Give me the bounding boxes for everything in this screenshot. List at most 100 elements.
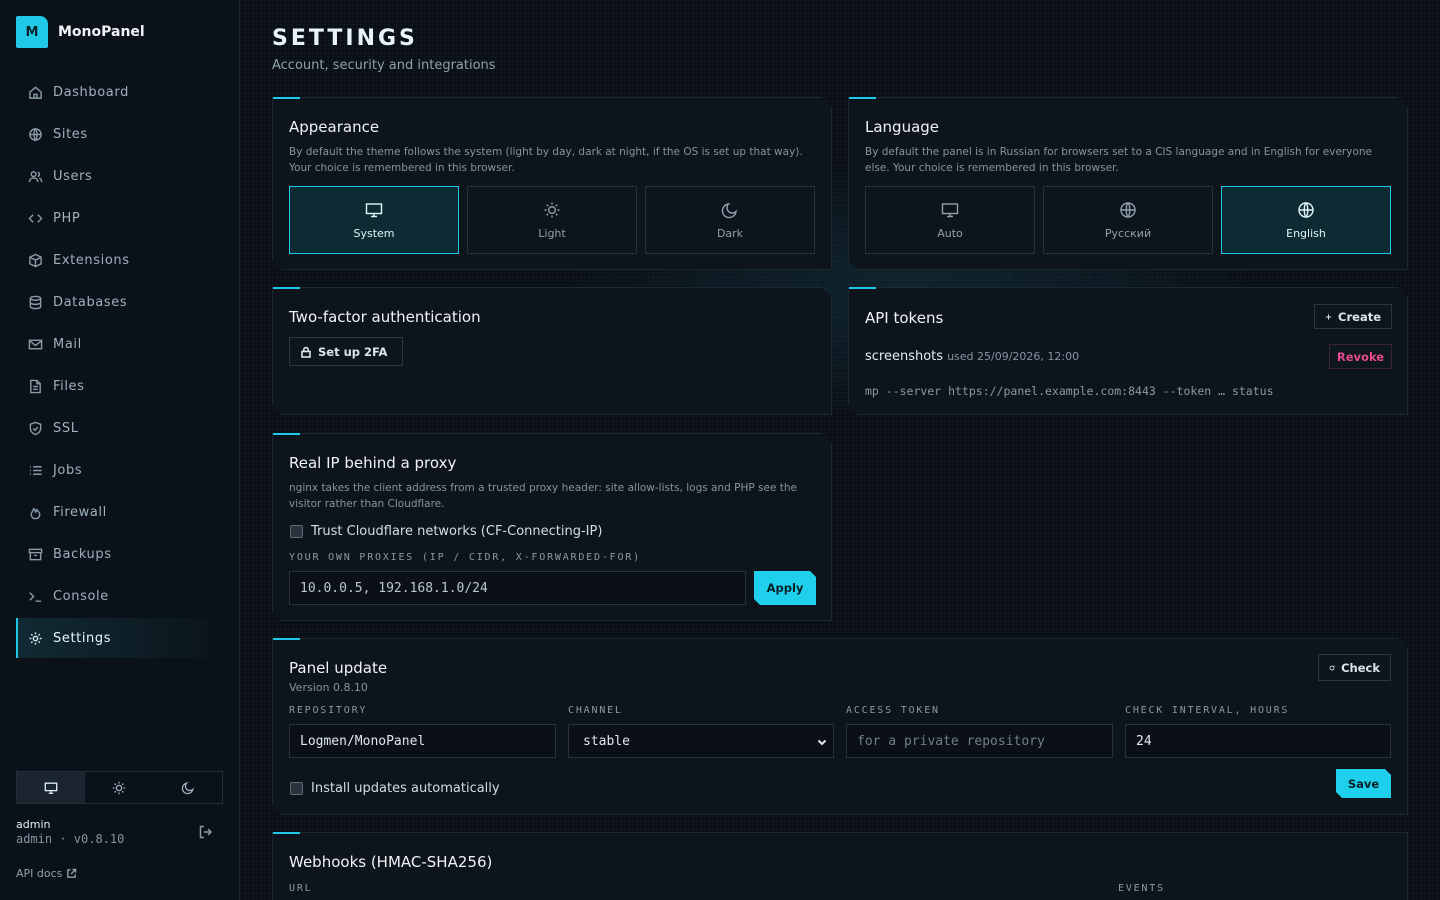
interval-label: CHECK INTERVAL, HOURS (1125, 705, 1290, 716)
sidebar-item-mail[interactable]: Mail (16, 323, 224, 365)
sidebar-item-label: Dashboard (53, 84, 129, 100)
language-option-english[interactable]: English (1221, 186, 1391, 254)
webhooks-card: Webhooks (HMAC-SHA256) URL EVENTS (272, 832, 1408, 900)
theme-light-button[interactable] (85, 772, 153, 803)
language-option-label: English (1286, 226, 1326, 240)
sidebar-item-label: Firewall (53, 504, 107, 520)
flame-icon (30, 507, 41, 519)
token-used: used 25/09/2026, 12:00 (947, 350, 1080, 363)
sidebar-item-users[interactable]: Users (16, 155, 224, 197)
logout-button[interactable] (198, 824, 216, 842)
token-row: screenshots used 25/09/2026, 12:00 (865, 349, 1079, 364)
trust-cloudflare-checkbox[interactable]: Trust Cloudflare networks (CF-Connecting… (290, 524, 602, 539)
checkbox-box[interactable] (290, 525, 303, 538)
api-docs-label: API docs (16, 867, 63, 880)
brand[interactable]: M MonoPanel (16, 16, 145, 48)
sidebar-item-label: Extensions (53, 252, 130, 268)
sidebar-item-ssl[interactable]: SSL (16, 407, 224, 449)
file-icon (30, 379, 41, 393)
check-update-button[interactable]: Check (1318, 654, 1391, 681)
setup-2fa-button[interactable]: Set up 2FA (289, 337, 403, 366)
theme-options: System Light Dark (289, 186, 815, 254)
access-token-input[interactable]: for a private repository (846, 724, 1113, 758)
save-button[interactable]: Save (1336, 769, 1391, 798)
sidebar-item-label: Sites (53, 126, 88, 142)
terminal-icon (29, 591, 42, 602)
language-options: Auto Русский English (865, 186, 1391, 254)
sidebar-item-databases[interactable]: Databases (16, 281, 224, 323)
list-icon (29, 465, 42, 475)
auto-update-checkbox[interactable]: Install updates automatically (290, 781, 500, 796)
api-tokens-card: API tokens Create screenshots used 25/09… (848, 287, 1408, 415)
interval-input[interactable]: 24 (1125, 724, 1391, 758)
language-option-russian[interactable]: Русский (1043, 186, 1213, 254)
language-description: By default the panel is in Russian for b… (865, 146, 1372, 174)
app-name: MonoPanel (58, 24, 145, 40)
repository-input[interactable]: Logmen/MonoPanel (289, 724, 556, 758)
sidebar-item-label: Databases (53, 294, 128, 310)
webhooks-title: Webhooks (HMAC-SHA256) (289, 853, 493, 871)
sidebar-item-sites[interactable]: Sites (16, 113, 224, 155)
token-command: mp --server https://panel.example.com:84… (865, 384, 1274, 398)
language-option-label: Auto (937, 226, 963, 240)
trust-cloudflare-label: Trust Cloudflare networks (CF-Connecting… (311, 524, 603, 539)
app-logo: M (16, 16, 48, 48)
gear-icon (29, 631, 42, 645)
checkbox-box[interactable] (290, 782, 303, 795)
theme-option-light[interactable]: Light (467, 186, 637, 254)
sidebar-item-settings[interactable]: Settings (16, 618, 224, 658)
shield-icon (29, 421, 42, 435)
api-docs-link[interactable]: API docs (16, 867, 77, 880)
language-card: Language By default the panel is in Russ… (848, 97, 1408, 270)
sidebar: M MonoPanel Dashboard Sites Users PHP Ex… (0, 0, 240, 900)
sidebar-item-files[interactable]: Files (16, 365, 224, 407)
real-ip-description: nginx takes the client address from a tr… (289, 482, 797, 510)
channel-select[interactable]: stable (568, 724, 834, 758)
sidebar-item-console[interactable]: Console (16, 575, 224, 617)
create-token-button[interactable]: Create (1314, 304, 1392, 329)
theme-system-button[interactable] (17, 772, 86, 803)
proxies-label: YOUR OWN PROXIES (IP / CIDR, X-FORWARDED… (289, 552, 641, 563)
sidebar-item-dashboard[interactable]: Dashboard (16, 71, 224, 113)
refresh-icon (1329, 662, 1335, 674)
page-title: SETTINGS (272, 26, 418, 51)
users-icon (28, 170, 43, 182)
panel-update-card: Panel update Version 0.8.10 Check REPOSI… (272, 638, 1408, 815)
proxies-input[interactable]: 10.0.0.5, 192.168.1.0/24 (289, 571, 746, 605)
language-option-auto[interactable]: Auto (865, 186, 1035, 254)
sidebar-item-jobs[interactable]: Jobs (16, 449, 224, 491)
setup-2fa-label: Set up 2FA (318, 344, 388, 359)
sidebar-item-label: Users (53, 168, 93, 184)
plus-icon (1325, 311, 1332, 323)
lock-icon (300, 346, 312, 358)
appearance-title: Appearance (289, 118, 380, 136)
language-title: Language (865, 118, 940, 136)
sidebar-item-firewall[interactable]: Firewall (16, 491, 224, 533)
user-meta: admin · v0.8.10 (16, 832, 125, 846)
sun-icon (543, 201, 561, 219)
sidebar-item-backups[interactable]: Backups (16, 533, 224, 575)
theme-option-system[interactable]: System (289, 186, 459, 254)
sidebar-item-label: Console (53, 588, 109, 604)
twofa-card: Two-factor authentication Set up 2FA (272, 287, 832, 415)
code-icon (28, 213, 43, 223)
sidebar-item-php[interactable]: PHP (16, 197, 224, 239)
panel-version: Version 0.8.10 (289, 681, 368, 694)
theme-dark-button[interactable] (154, 772, 222, 803)
sidebar-item-label: SSL (53, 420, 79, 436)
theme-option-label: Light (538, 226, 566, 240)
theme-option-dark[interactable]: Dark (645, 186, 815, 254)
external-link-icon (67, 868, 77, 878)
page-subtitle: Account, security and integrations (272, 58, 496, 73)
database-icon (29, 295, 42, 309)
real-ip-title: Real IP behind a proxy (289, 454, 457, 472)
webhook-url-label: URL (289, 883, 313, 894)
archive-icon (28, 548, 43, 560)
apply-button[interactable]: Apply (754, 571, 816, 605)
box-icon (29, 253, 42, 267)
sidebar-item-label: Files (53, 378, 85, 394)
sidebar-item-extensions[interactable]: Extensions (16, 239, 224, 281)
revoke-token-button[interactable]: Revoke (1329, 344, 1392, 369)
webhook-events-label: EVENTS (1118, 883, 1165, 894)
channel-value: stable (583, 733, 630, 749)
